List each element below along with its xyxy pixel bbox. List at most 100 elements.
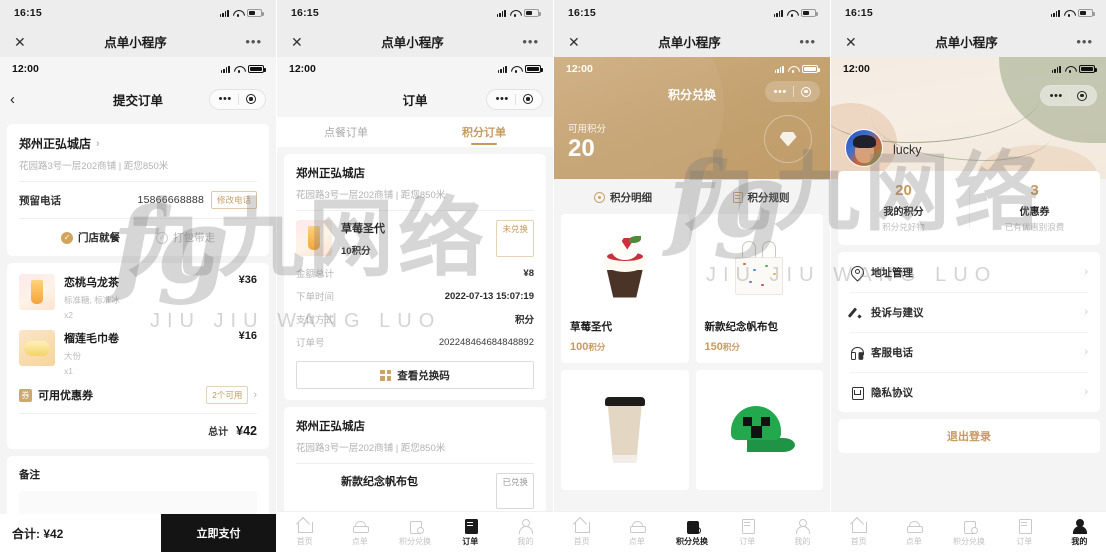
wechat-capsule[interactable]: ••• (1040, 85, 1097, 106)
wechat-status-time: 16:15 (14, 7, 42, 19)
panel1-body: 郑州正弘城店 › 花园路3号一层202商铺 | 距您850米 预留电话 1586… (0, 124, 276, 552)
tab-meal-orders[interactable]: 点餐订单 (277, 117, 415, 147)
stat-sublabel: 积分兑好物 (882, 222, 925, 232)
capsule-close-icon[interactable] (794, 86, 818, 97)
order-icon (906, 518, 923, 533)
tabbar-item-home[interactable]: 首页 (554, 518, 609, 547)
totebag-image (695, 214, 823, 319)
more-dots-icon[interactable]: ••• (245, 35, 262, 48)
capsule-more-icon[interactable]: ••• (1043, 90, 1069, 101)
close-icon[interactable]: ✕ (845, 35, 857, 49)
qr-code-icon (380, 369, 392, 381)
close-icon[interactable]: ✕ (291, 35, 303, 49)
chevron-left-icon[interactable]: ‹ (10, 91, 32, 108)
order-item[interactable]: 草莓圣代 10积分 未兑换 (296, 220, 534, 257)
profile-menu: 地址管理 › 投诉与建议 › 客服电话 › 隐私协议 › (838, 252, 1100, 412)
menu-item-privacy[interactable]: 隐私协议 › (850, 372, 1088, 412)
order-item[interactable]: 新款纪念帆布包 已兑换 (296, 473, 534, 509)
panel2-body: 郑州正弘城店 花园路3号一层202商铺 | 距您850米 草莓圣代 10积分 未… (277, 154, 553, 552)
wifi-icon (787, 9, 797, 17)
capsule-more-icon[interactable]: ••• (212, 94, 238, 105)
dining-option-takeaway[interactable]: ✓ 打包带走 (156, 230, 215, 245)
close-icon[interactable]: ✕ (568, 35, 580, 49)
more-dots-icon[interactable]: ••• (799, 35, 816, 48)
capsule-close-icon[interactable] (1070, 90, 1094, 101)
capsule-close-icon[interactable] (239, 94, 263, 104)
panel4-body: 20 我的积分 积分兑好物 3 优惠券 已有优惠别浪费 地址管理 › 投诉与建议… (831, 171, 1106, 552)
document-icon (850, 386, 864, 400)
tabbar-item-me[interactable]: 我的 (498, 518, 553, 547)
menu-item-support[interactable]: 客服电话 › (850, 332, 1088, 372)
order-item[interactable]: 榴莲毛巾卷 大份 x1 ¥16 (19, 330, 257, 376)
tab-points-orders[interactable]: 积分订单 (415, 117, 553, 147)
menu-item-feedback[interactable]: 投诉与建议 › (850, 292, 1088, 332)
tabbar-item-me[interactable]: 我的 (775, 518, 830, 547)
menu-item-address[interactable]: 地址管理 › (850, 252, 1088, 292)
close-icon[interactable]: ✕ (14, 35, 26, 49)
dining-option-dinein[interactable]: ✓ 门店就餐 (61, 230, 120, 245)
wechat-status-bar: 16:15 (277, 0, 553, 26)
product-name: 草莓圣代 (570, 321, 612, 333)
wechat-capsule[interactable]: ••• (486, 88, 543, 110)
view-redeem-code-button[interactable]: 查看兑换码 (296, 361, 534, 389)
item-spec: 标准糖, 标准冰 (64, 295, 120, 305)
store-address: 花园路3号一层202商铺 | 距您850米 (19, 161, 169, 172)
tabbar-label: 积分兑换 (676, 536, 708, 546)
stat-coupons[interactable]: 3 优惠券 已有优惠别浪费 (969, 182, 1100, 233)
tabbar-label: 点单 (905, 536, 922, 546)
tabbar-label: 我的 (1071, 536, 1088, 546)
tabbar-item-orders[interactable]: 订单 (443, 518, 498, 547)
stat-points[interactable]: 20 我的积分 积分兑好物 (838, 182, 969, 233)
coupon-right: 2个可用 › (206, 386, 257, 404)
item-qty: x2 (64, 310, 73, 320)
product-card[interactable]: 草莓圣代 100积分 (561, 214, 689, 363)
pay-now-button[interactable]: 立即支付 (161, 514, 276, 552)
signal-icon (496, 9, 506, 17)
product-card[interactable] (695, 370, 823, 490)
tabbar-item-home[interactable]: 首页 (831, 518, 886, 547)
product-thumb (296, 473, 332, 509)
points-detail-button[interactable]: 积分明细 (554, 190, 692, 205)
check-icon: ✓ (61, 231, 73, 244)
wechat-status-icons (496, 9, 541, 17)
tabbar-item-points[interactable]: 积分兑换 (387, 518, 442, 547)
menu-item-label: 隐私协议 (871, 386, 913, 399)
tabbar-item-points[interactable]: 积分兑换 (664, 518, 719, 547)
signal-icon (774, 65, 784, 73)
product-card[interactable] (561, 370, 689, 490)
order-item[interactable]: 恋桃乌龙茶 标准糖, 标准冰 x2 ¥36 (19, 274, 257, 320)
tabbar-label: 首页 (296, 536, 313, 546)
coupon-row[interactable]: 券 可用优惠券 2个可用 › (19, 386, 257, 404)
capsule-more-icon[interactable]: ••• (489, 94, 515, 105)
tabbar-item-order[interactable]: 点单 (886, 518, 941, 547)
more-dots-icon[interactable]: ••• (522, 35, 539, 48)
tabbar-item-me[interactable]: 我的 (1052, 518, 1106, 547)
tabbar-item-orders[interactable]: 订单 (720, 518, 775, 547)
chevron-right-icon: › (253, 389, 257, 401)
item-name: 恋桃乌龙茶 (64, 277, 119, 289)
more-dots-icon[interactable]: ••• (1076, 35, 1093, 48)
product-card[interactable]: 新款纪念帆布包 150积分 (695, 214, 824, 363)
edit-phone-button[interactable]: 修改电话 (210, 191, 257, 209)
product-points: 150积分 (696, 334, 824, 363)
tabbar-item-orders[interactable]: 订单 (997, 518, 1052, 547)
tabbar-item-points[interactable]: 积分兑换 (941, 518, 996, 547)
avatar[interactable] (845, 129, 883, 167)
store-name-row[interactable]: 郑州正弘城店 › (19, 135, 257, 152)
tabbar-item-home[interactable]: 首页 (277, 518, 332, 547)
wechat-capsule[interactable]: ••• (209, 88, 266, 110)
logout-button[interactable]: 退出登录 (838, 419, 1100, 453)
capsule-close-icon[interactable] (516, 94, 540, 104)
points-rules-button[interactable]: 积分规则 (692, 190, 830, 205)
capsule-more-icon[interactable]: ••• (767, 86, 793, 97)
battery-icon (524, 9, 541, 17)
person-icon (1072, 518, 1088, 534)
available-points-label: 可用积分 (568, 124, 607, 135)
wifi-icon (1064, 9, 1074, 17)
detail-key: 金额总计 (296, 269, 335, 280)
tabbar-item-order[interactable]: 点单 (332, 518, 387, 547)
product-grid: 草莓圣代 100积分 新款纪念帆布包 150积分 (554, 214, 830, 490)
bottom-tab-bar: 首页 点单 积分兑换 订单 我的 (554, 511, 830, 552)
wechat-capsule[interactable]: ••• (765, 81, 820, 102)
tabbar-item-order[interactable]: 点单 (609, 518, 664, 547)
